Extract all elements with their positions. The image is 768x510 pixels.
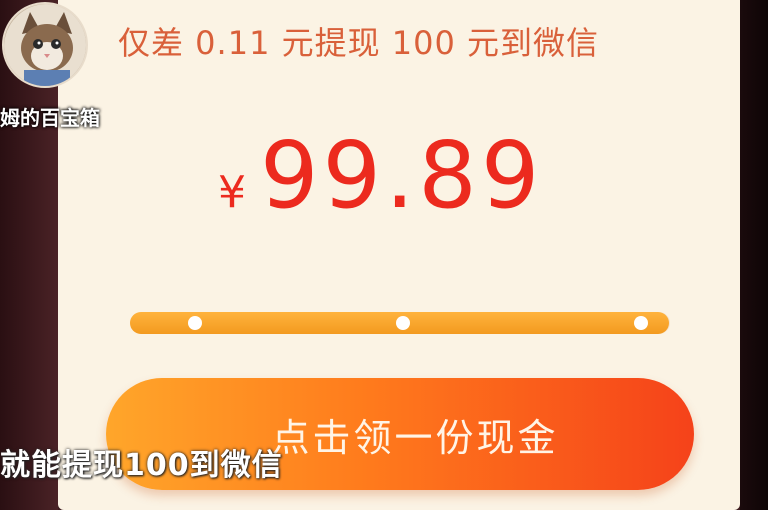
progress-milestone-dot [634,316,648,330]
video-frame: 仅差 0.11 元提现 100 元到微信 ¥ 99.89 点击领一份现金 姆的百… [0,0,768,510]
cat-avatar-icon[interactable] [2,2,88,88]
progress-milestone-dot [188,316,202,330]
channel-name: 姆的百宝箱 [0,106,100,130]
progress-bar [130,312,670,334]
frame-edge [740,0,768,510]
withdraw-headline: 仅差 0.11 元提现 100 元到微信 [118,24,600,62]
balance-amount: ¥ 99.89 [218,130,543,230]
video-subtitle: 就能提现100到微信 [0,448,283,483]
claim-cash-label: 点击领一份现金 [271,415,559,460]
balance-value: 99.89 [260,122,544,229]
progress-milestone-dot [396,316,410,330]
currency-symbol: ¥ [218,167,246,218]
